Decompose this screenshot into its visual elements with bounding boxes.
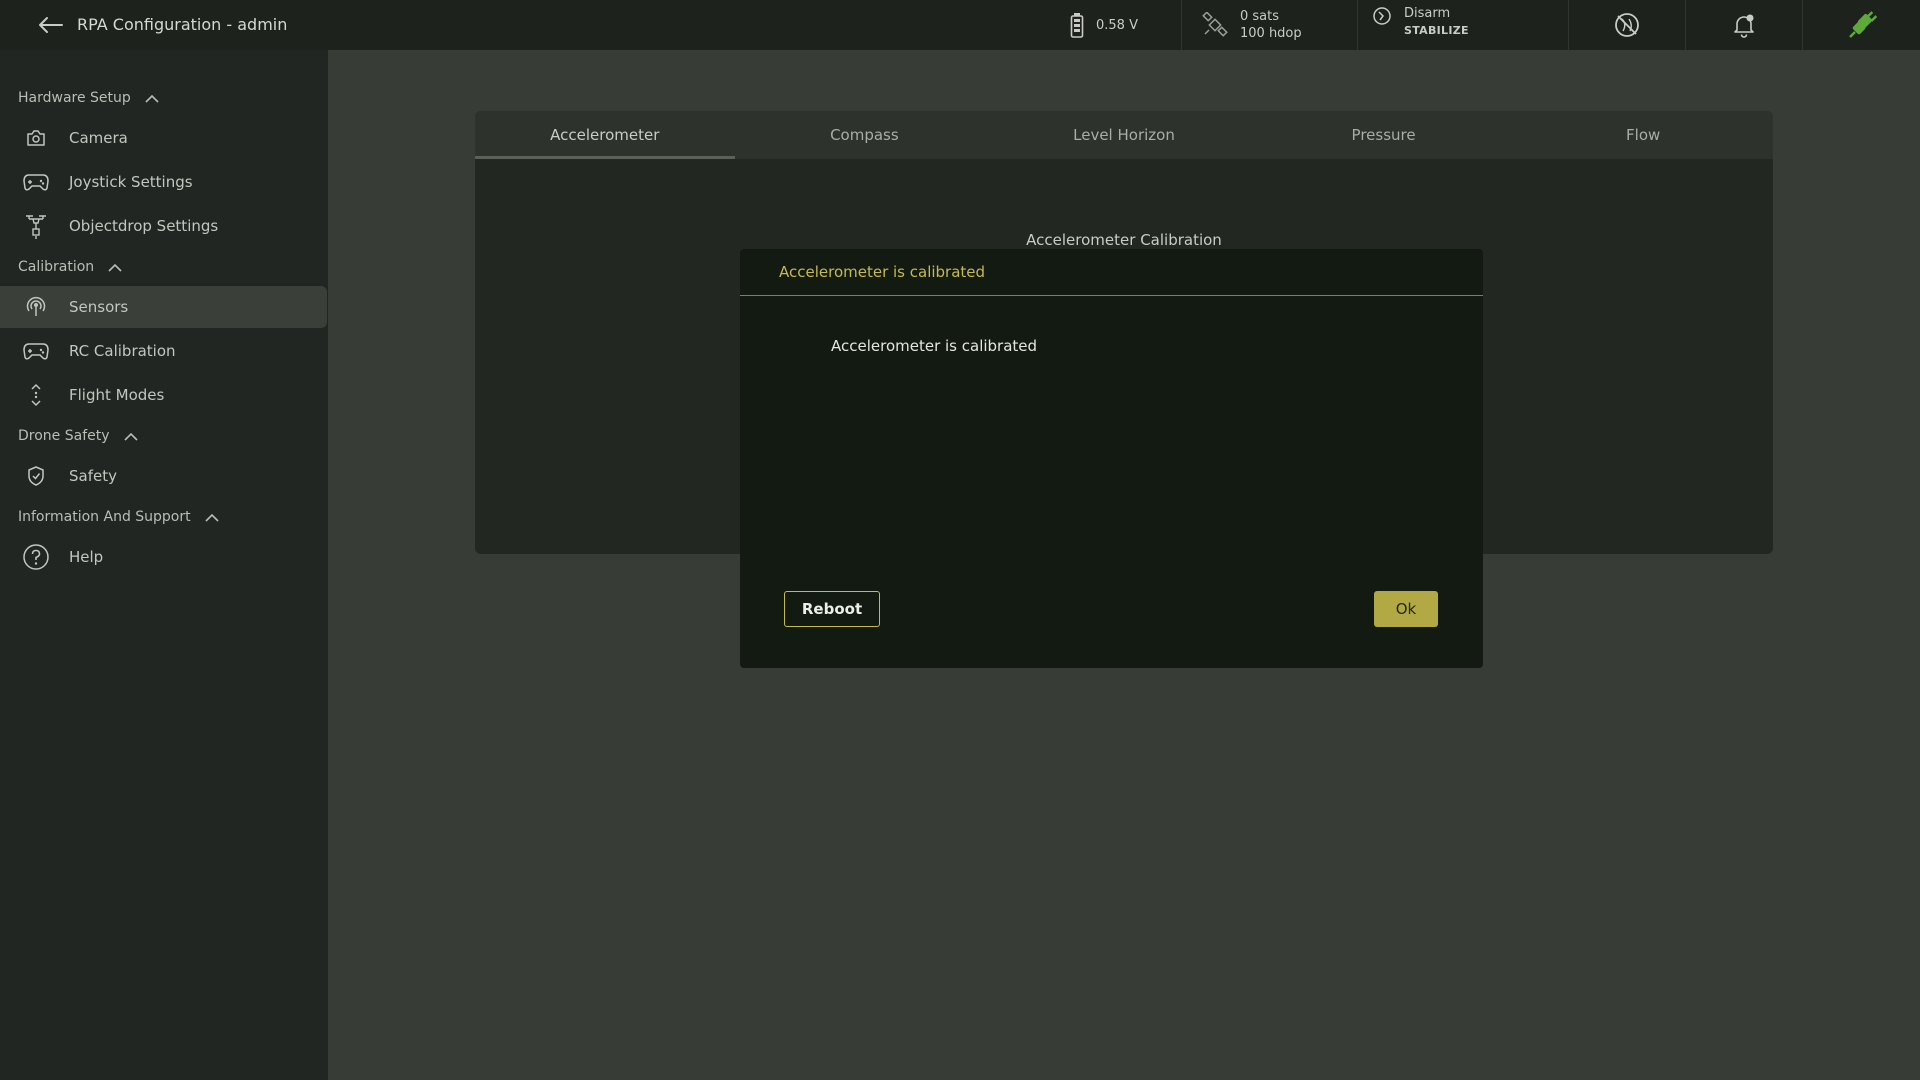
sensor-icon: [26, 296, 46, 316]
flight-mode: STABILIZE: [1404, 24, 1469, 37]
shield-icon: [28, 466, 44, 486]
gps-status[interactable]: 0 sats 100 hdop: [1182, 0, 1358, 50]
bell-icon: [1734, 14, 1754, 38]
panel-heading: Accelerometer Calibration: [1026, 231, 1222, 249]
gamepad-icon: [23, 343, 49, 360]
reboot-button[interactable]: Reboot: [784, 591, 880, 627]
sidebar-item-sensors[interactable]: Sensors: [0, 286, 327, 328]
section-label: Calibration: [18, 259, 95, 275]
satellite-icon: [1202, 12, 1228, 37]
tab-compass[interactable]: Compass: [735, 111, 995, 159]
top-bar: RPA Configuration - admin 0.58 V 0 sats …: [0, 0, 1920, 50]
section-calibration[interactable]: Calibration: [18, 255, 122, 279]
calibration-dialog: Accelerometer is calibrated Acceleromete…: [740, 249, 1483, 668]
battery-icon: [1070, 13, 1084, 38]
sidebar-item-safety[interactable]: Safety: [0, 455, 327, 497]
chevron-up-icon: [205, 513, 219, 522]
sidebar-item-joystick-settings[interactable]: Joystick Settings: [0, 161, 327, 203]
section-information-and-support[interactable]: Information And Support: [18, 505, 219, 529]
sensor-tabs: Accelerometer Compass Level Horizon Pres…: [475, 111, 1773, 159]
back-button[interactable]: [36, 12, 64, 38]
sidebar-item-label: Sensors: [69, 298, 129, 316]
drone-drop-icon: [26, 215, 46, 239]
tab-level-horizon[interactable]: Level Horizon: [994, 111, 1254, 159]
help-icon: [23, 544, 49, 570]
section-label: Hardware Setup: [18, 90, 131, 106]
sidebar-item-label: RC Calibration: [69, 342, 176, 360]
section-label: Information And Support: [18, 509, 191, 525]
no-location-icon: [1615, 13, 1639, 37]
sidebar-item-flight-modes[interactable]: Flight Modes: [0, 374, 327, 416]
gps-hdop: 100 hdop: [1240, 26, 1302, 41]
ok-button[interactable]: Ok: [1374, 591, 1438, 627]
tab-pressure[interactable]: Pressure: [1254, 111, 1514, 159]
sidebar: Hardware Setup Camera Joystick Settings …: [0, 50, 328, 1080]
arm-state: Disarm: [1404, 6, 1451, 21]
location-status-button[interactable]: [1569, 0, 1686, 50]
dialog-title: Accelerometer is calibrated: [740, 249, 1483, 296]
chevron-up-icon: [145, 94, 159, 103]
sidebar-item-rc-calibration[interactable]: RC Calibration: [0, 330, 327, 372]
sidebar-item-label: Joystick Settings: [69, 173, 193, 191]
section-drone-safety[interactable]: Drone Safety: [18, 424, 138, 448]
sidebar-item-label: Flight Modes: [69, 386, 165, 404]
sidebar-item-help[interactable]: Help: [0, 536, 327, 578]
notifications-button[interactable]: [1686, 0, 1803, 50]
arm-icon: [1373, 7, 1391, 25]
section-label: Drone Safety: [18, 428, 110, 444]
plug-icon: [1848, 11, 1877, 38]
tab-flow[interactable]: Flow: [1513, 111, 1773, 159]
sidebar-item-camera[interactable]: Camera: [0, 117, 327, 159]
chevron-up-icon: [123, 432, 138, 441]
sidebar-item-label: Objectdrop Settings: [69, 217, 219, 235]
gps-sats: 0 sats: [1240, 9, 1280, 24]
arm-status[interactable]: Disarm STABILIZE: [1358, 0, 1569, 50]
updown-icon: [31, 383, 41, 407]
camera-icon: [27, 130, 45, 146]
battery-status[interactable]: 0.58 V: [1060, 0, 1182, 50]
gamepad-icon: [23, 174, 49, 191]
sidebar-item-label: Help: [69, 548, 104, 566]
tab-accelerometer[interactable]: Accelerometer: [475, 111, 735, 159]
connection-button[interactable]: [1803, 0, 1920, 50]
dialog-message: Accelerometer is calibrated: [831, 337, 1038, 355]
section-hardware-setup[interactable]: Hardware Setup: [18, 86, 159, 110]
app-title: RPA Configuration - admin: [77, 15, 288, 34]
battery-voltage: 0.58 V: [1096, 17, 1138, 33]
back-arrow-icon: [39, 17, 63, 33]
chevron-up-icon: [108, 263, 122, 272]
sidebar-item-label: Camera: [69, 129, 128, 147]
sidebar-item-label: Safety: [69, 467, 117, 485]
sidebar-item-objectdrop-settings[interactable]: Objectdrop Settings: [0, 205, 327, 247]
